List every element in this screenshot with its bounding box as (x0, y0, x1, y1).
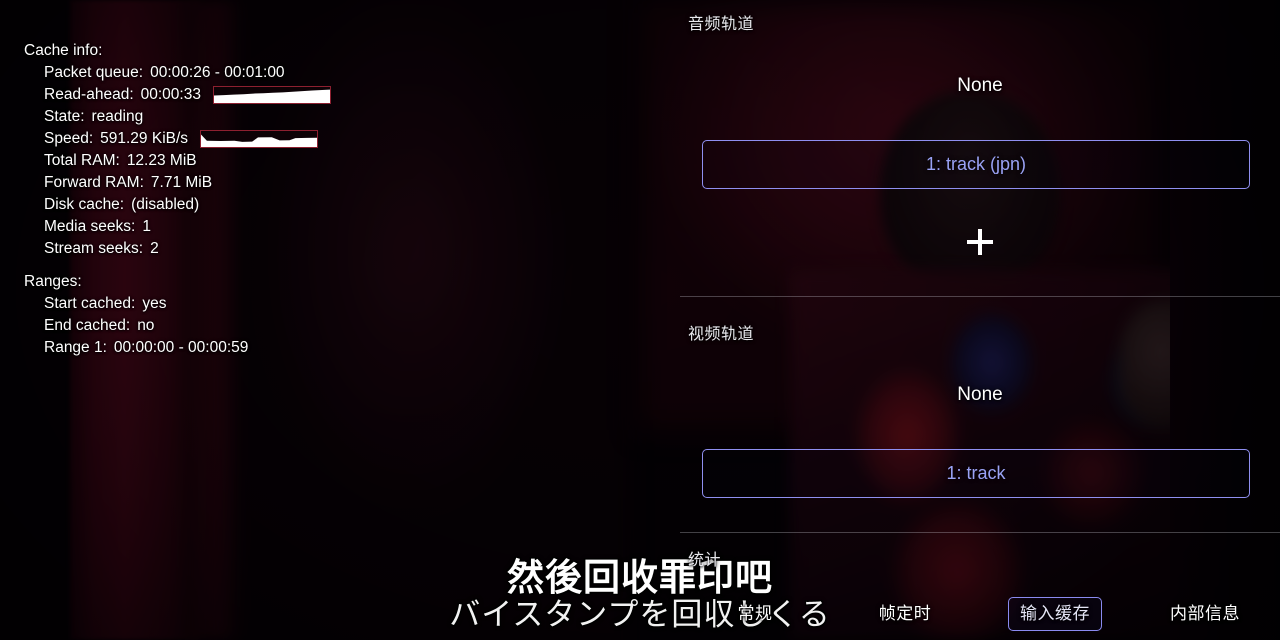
stat-row-total-ram: Total RAM: 12.23 MiB (44, 150, 331, 172)
stat-value: no (137, 317, 155, 334)
stat-row-forward-ram: Forward RAM: 7.71 MiB (44, 172, 331, 194)
stat-row-range-1: Range 1: 00:00:00 - 00:00:59 (44, 337, 331, 359)
section-divider-video-stats (680, 532, 1280, 533)
video-track-none-option[interactable]: None (680, 384, 1280, 406)
video-track-label: 1: track (946, 463, 1006, 483)
stat-value: 591.29 KiB/s (100, 130, 189, 147)
stat-key: Total RAM: (44, 152, 120, 169)
stat-row-packet-queue: Packet queue: 00:00:26 - 00:01:00 (44, 62, 331, 84)
track-panel: 音频轨道 None 1: track (jpn) 视频轨道 None 1: tr… (680, 0, 1280, 640)
stat-row-stream-seeks: Stream seeks: 2 (44, 238, 331, 260)
stat-key: Read-ahead: (44, 86, 134, 103)
stat-value: (disabled) (131, 196, 200, 213)
stat-key: End cached: (44, 317, 131, 334)
stat-row-disk-cache: Disk cache: (disabled) (44, 194, 331, 216)
plus-icon (967, 229, 993, 255)
stat-value: 2 (150, 240, 159, 257)
tab-general[interactable]: 常规 (680, 588, 830, 640)
player-screen: 然後回收罪印吧 バイスタンプを回収しくる Cache info: Packet … (0, 0, 1280, 640)
stat-key: Start cached: (44, 295, 136, 312)
stat-key: Speed: (44, 130, 94, 147)
audio-track-selected-button[interactable]: 1: track (jpn) (702, 140, 1250, 189)
add-audio-track-button[interactable] (680, 226, 1280, 258)
stat-value: 7.71 MiB (150, 174, 213, 191)
stat-row-read-ahead: Read-ahead: 00:00:33 (44, 84, 331, 106)
tab-internal-info[interactable]: 内部信息 (1130, 588, 1280, 640)
audio-track-section-label: 音频轨道 (688, 16, 755, 33)
read-ahead-graph (212, 86, 331, 104)
stat-key: Range 1: (44, 339, 107, 356)
stat-value: 12.23 MiB (126, 152, 197, 169)
video-track-section-label: 视频轨道 (688, 326, 755, 343)
stats-section-label: 统计 (688, 552, 722, 569)
stat-row-start-cached: Start cached: yes (44, 293, 331, 315)
stat-key: Forward RAM: (44, 174, 144, 191)
speed-graph (200, 130, 319, 148)
audio-track-none-option[interactable]: None (680, 75, 1280, 97)
stats-tabbar: 常规 帧定时 输入缓存 内部信息 (680, 588, 1280, 640)
stat-value: 1 (142, 218, 151, 235)
stat-key: Disk cache: (44, 196, 125, 213)
tab-internal-info-label: 内部信息 (1170, 604, 1240, 623)
audio-track-label: 1: track (jpn) (925, 154, 1027, 174)
stat-row-end-cached: End cached: no (44, 315, 331, 337)
tab-frame-timing-label: 帧定时 (878, 604, 932, 623)
video-track-selected-button[interactable]: 1: track (702, 449, 1250, 498)
tab-general-label: 常规 (737, 604, 773, 623)
stat-key: Stream seeks: (44, 240, 144, 257)
stat-value: 00:00:26 - 00:01:00 (150, 64, 285, 81)
tab-input-cache[interactable]: 输入缓存 (980, 588, 1130, 640)
stat-value: reading (91, 108, 144, 125)
stat-row-speed: Speed: 591.29 KiB/s (44, 128, 331, 150)
cache-info-heading: Cache info: (24, 42, 103, 59)
tab-input-cache-label: 输入缓存 (1008, 597, 1102, 631)
tab-frame-timing[interactable]: 帧定时 (830, 588, 980, 640)
stat-row-state: State: reading (44, 106, 331, 128)
ranges-heading: Ranges: (24, 273, 82, 290)
stat-key: Packet queue: (44, 64, 144, 81)
stat-key: State: (44, 108, 85, 125)
stats-spacer (24, 260, 331, 271)
stat-key: Media seeks: (44, 218, 136, 235)
stat-value: 00:00:33 (140, 86, 201, 103)
stats-osd: Cache info: Packet queue: 00:00:26 - 00:… (24, 40, 331, 359)
stat-value: yes (142, 295, 167, 312)
stat-value: 00:00:00 - 00:00:59 (113, 339, 249, 356)
section-divider-audio-video (680, 296, 1280, 297)
stat-row-media-seeks: Media seeks: 1 (44, 216, 331, 238)
